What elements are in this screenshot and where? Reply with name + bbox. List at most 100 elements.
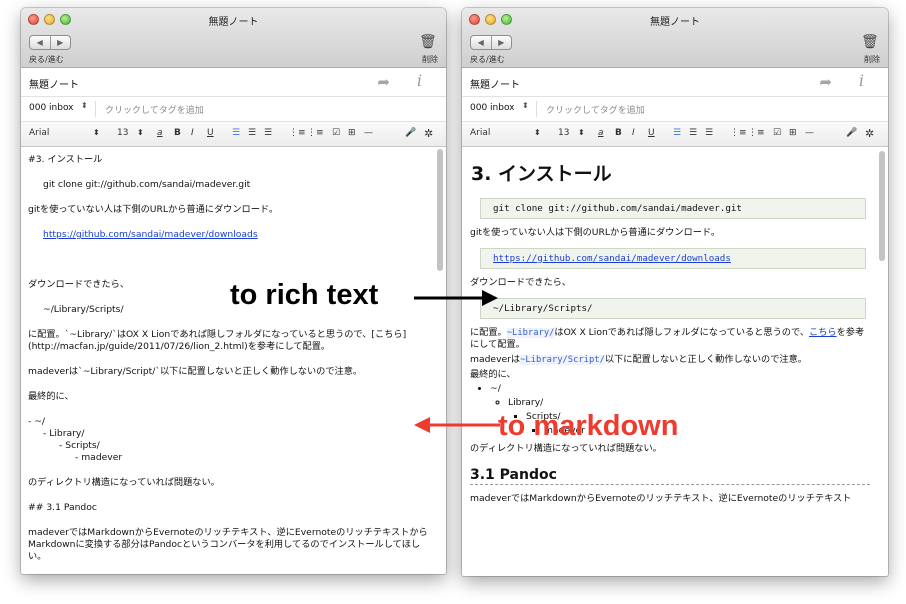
underline-icon[interactable]: U: [648, 128, 655, 138]
numbered-list-icon[interactable]: ⋮≡: [307, 128, 324, 138]
text-color-icon[interactable]: a: [157, 128, 163, 138]
font-select[interactable]: Arial: [29, 128, 49, 138]
rich-text-note-window: 無題ノート ◀ ▶ 戻る/進む 🗑 削除 無題ノート ➦ i 000 inbox…: [462, 8, 888, 576]
note-title-row: 無題ノート ➦ i: [21, 68, 446, 97]
align-left-icon[interactable]: ☰: [673, 128, 681, 138]
rich-text-editor[interactable]: 3. インストール git clone git://github.com/san…: [462, 147, 888, 576]
align-center-icon[interactable]: ☰: [689, 128, 697, 138]
bullet-list-icon[interactable]: ⋮≡: [289, 128, 306, 138]
md-download-link[interactable]: https://github.com/sandai/madever/downlo…: [43, 229, 258, 240]
paragraph: madeverは~Library/Script/以下に配置しないと正しく動作しな…: [470, 354, 807, 365]
md-list-line: - ~/: [28, 416, 46, 427]
numbered-list-icon[interactable]: ⋮≡: [748, 128, 765, 138]
horizontal-rule-icon[interactable]: —: [364, 128, 373, 138]
align-center-icon[interactable]: ☰: [248, 128, 256, 138]
paragraph: gitを使っていない人は下側のURLから普通にダウンロード。: [470, 227, 721, 238]
tag-input[interactable]: クリックしてタグを追加: [105, 103, 204, 116]
md-heading-line: #3. インストール: [28, 154, 103, 165]
scrollbar[interactable]: [879, 151, 885, 261]
heading-2: 3.1 Pandoc: [470, 468, 870, 485]
font-select-arrow-icon[interactable]: ⬍: [93, 128, 100, 137]
back-forward-label: 戻る/進む: [29, 55, 64, 64]
format-toolbar: Arial ⬍ 13 ⬍ a B I U ☰ ☰ ☰ ⋮≡ ⋮≡ ☑ ⊞ — 🎤…: [21, 122, 446, 147]
info-icon[interactable]: i: [859, 71, 864, 90]
guide-link[interactable]: こちら: [809, 327, 837, 338]
notebook-select[interactable]: 000 inbox: [470, 103, 515, 113]
right-arrow-icon: [414, 290, 498, 306]
tag-input[interactable]: クリックしてタグを追加: [546, 103, 645, 116]
format-toolbar: Arial ⬍ 13 ⬍ a B I U ☰ ☰ ☰ ⋮≡ ⋮≡ ☑ ⊞ — 🎤…: [462, 122, 888, 147]
font-select[interactable]: Arial: [470, 128, 490, 138]
underline-icon[interactable]: U: [207, 128, 214, 138]
md-list-line: - Scripts/: [59, 440, 100, 451]
md-list-line: - madever: [75, 452, 123, 463]
back-button[interactable]: ◀: [471, 36, 491, 49]
back-button[interactable]: ◀: [30, 36, 50, 49]
to-markdown-annotation: to markdown: [498, 410, 679, 442]
paragraph: に配置。~Library/はOX X Lionであれば隠しフォルダになっていると…: [470, 327, 865, 350]
download-link[interactable]: https://github.com/sandai/madever/downlo…: [493, 253, 731, 264]
notebook-select[interactable]: 000 inbox: [29, 103, 74, 113]
settings-icon[interactable]: ✲: [424, 127, 433, 140]
code-block: https://github.com/sandai/madever/downlo…: [480, 248, 866, 269]
forward-button[interactable]: ▶: [49, 36, 71, 49]
code-block: git clone git://github.com/sandai/madeve…: [480, 198, 866, 219]
left-arrow-icon: [414, 417, 500, 433]
window-titlebar: 無題ノート ◀ ▶ 戻る/進む 🗑 削除: [21, 8, 446, 68]
markdown-editor[interactable]: #3. インストール git clone git://github.com/sa…: [21, 147, 446, 574]
md-code-line: git clone git://github.com/sandai/madeve…: [43, 179, 251, 190]
italic-icon[interactable]: I: [191, 128, 194, 138]
text-color-icon[interactable]: a: [598, 128, 604, 138]
font-size-arrow-icon[interactable]: ⬍: [578, 128, 585, 137]
bold-icon[interactable]: B: [615, 128, 622, 138]
table-icon[interactable]: ⊞: [348, 128, 356, 138]
back-forward-label: 戻る/進む: [470, 55, 505, 64]
align-left-icon[interactable]: ☰: [232, 128, 240, 138]
heading-1: 3. インストール: [471, 163, 612, 185]
share-icon[interactable]: ➦: [377, 73, 390, 91]
delete-label: 削除: [422, 55, 438, 64]
divider: [536, 101, 537, 117]
horizontal-rule-icon[interactable]: —: [805, 128, 814, 138]
checkbox-icon[interactable]: ☑: [332, 128, 340, 138]
note-title-field[interactable]: 無題ノート: [470, 76, 520, 91]
font-size-arrow-icon[interactable]: ⬍: [137, 128, 144, 137]
window-title: 無題ノート: [650, 17, 700, 28]
paragraph: 最終的に、: [470, 369, 516, 380]
microphone-icon[interactable]: 🎤: [405, 128, 416, 138]
window-titlebar: 無題ノート ◀ ▶ 戻る/進む 🗑 削除: [462, 8, 888, 68]
trash-icon[interactable]: 🗑: [861, 34, 879, 50]
trash-icon[interactable]: 🗑: [419, 34, 437, 50]
md-text-line: madeverは`~Library/Script/`以下に配置しないと正しく動作…: [28, 366, 363, 377]
align-right-icon[interactable]: ☰: [264, 128, 272, 138]
forward-button[interactable]: ▶: [490, 36, 512, 49]
settings-icon[interactable]: ✲: [865, 127, 874, 140]
checkbox-icon[interactable]: ☑: [773, 128, 781, 138]
back-forward-control: ◀ ▶: [470, 35, 512, 50]
delete-label: 削除: [864, 55, 880, 64]
bold-icon[interactable]: B: [174, 128, 181, 138]
font-select-arrow-icon[interactable]: ⬍: [534, 128, 541, 137]
code-block: ~/Library/Scripts/: [480, 298, 866, 319]
paragraph: madeverではMarkdownからEvernoteのリッチテキスト、逆にEv…: [470, 493, 852, 504]
font-size-select[interactable]: 13: [117, 128, 128, 138]
paragraph: ダウンロードできたら、: [470, 277, 572, 288]
window-title: 無題ノート: [208, 17, 259, 28]
table-icon[interactable]: ⊞: [789, 128, 797, 138]
inline-code: ~Library/Script/: [520, 355, 605, 365]
font-size-select[interactable]: 13: [558, 128, 569, 138]
scrollbar[interactable]: [437, 149, 443, 271]
md-text-line: 最終的に、: [28, 391, 74, 402]
align-right-icon[interactable]: ☰: [705, 128, 713, 138]
to-rich-text-annotation: to rich text: [230, 279, 379, 311]
note-title-field[interactable]: 無題ノート: [29, 76, 79, 91]
italic-icon[interactable]: I: [632, 128, 635, 138]
share-icon[interactable]: ➦: [819, 73, 832, 91]
microphone-icon[interactable]: 🎤: [846, 128, 857, 138]
bullet-list-icon[interactable]: ⋮≡: [730, 128, 747, 138]
notebook-select-arrow-icon[interactable]: ⬍: [522, 101, 529, 110]
notebook-tag-row: 000 inbox ⬍ クリックしてタグを追加: [21, 97, 446, 122]
info-icon[interactable]: i: [417, 71, 422, 90]
md-text-line: に配置。`~Library/`はOX X Lionであれば隠しフォルダになってい…: [28, 329, 407, 352]
notebook-select-arrow-icon[interactable]: ⬍: [81, 101, 88, 110]
